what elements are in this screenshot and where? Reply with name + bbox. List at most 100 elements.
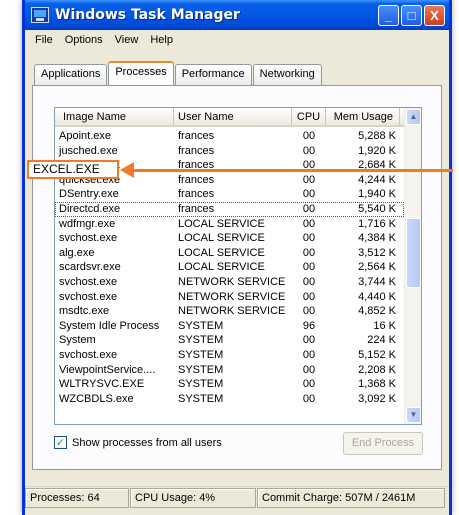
process-user-name: NETWORK SERVICE [178,275,286,288]
menu-view[interactable]: View [109,34,145,46]
status-cpu-usage: CPU Usage: 4% [130,488,256,508]
minimize-button[interactable]: _ [378,4,399,26]
process-mem-usage: 224 K [367,334,396,347]
show-all-users-label: Show processes from all users [72,436,222,449]
annotation-arrow-line [132,169,453,172]
process-row[interactable]: wdfmgr.exe LOCAL SERVICE 00 1,716 K [55,217,404,232]
process-row[interactable]: Apoint.exe frances 00 5,288 K [55,129,404,144]
process-cpu: 00 [302,290,316,303]
process-image-name: msdtc.exe [59,305,110,318]
tab-applications[interactable]: Applications [34,64,108,85]
process-image-name: svchost.exe [59,232,118,245]
process-image-name: alg.exe [59,246,95,259]
scroll-down-icon[interactable]: ▼ [406,407,421,423]
column-mem-usage[interactable]: Mem Usage [326,108,400,125]
process-row[interactable]: ViewpointService.... SYSTEM 00 2,208 K [55,363,404,378]
tab-strip: Applications Processes Performance Netwo… [34,61,323,85]
column-image-name[interactable]: Image Name [55,108,174,125]
process-image-name: svchost.exe [59,290,118,303]
column-cpu[interactable]: CPU [292,108,326,125]
process-mem-usage: 5,540 K [358,202,396,215]
show-all-users-option[interactable]: ✓ Show processes from all users [54,436,222,449]
process-row[interactable]: System SYSTEM 00 224 K [55,333,404,348]
process-user-name: frances [178,144,215,157]
process-mem-usage: 5,152 K [358,348,396,361]
process-row[interactable]: WZCBDLS.exe SYSTEM 00 3,092 K [55,392,404,407]
process-user-name: frances [178,173,215,186]
tab-processes[interactable]: Processes [108,61,174,85]
process-user-name: LOCAL SERVICE [178,261,265,274]
end-process-button[interactable]: End Process [343,432,423,455]
process-user-name: frances [178,130,215,142]
process-user-name: LOCAL SERVICE [178,246,265,259]
process-user-name: NETWORK SERVICE [178,305,286,318]
process-mem-usage: 2,564 K [358,261,396,274]
process-cpu: 00 [302,246,316,259]
process-row[interactable]: System Idle Process SYSTEM 96 16 K [55,319,404,334]
title-bar[interactable]: Windows Task Manager _ □ X [25,0,449,30]
process-cpu: 00 [302,173,316,186]
process-row[interactable]: scardsvr.exe LOCAL SERVICE 00 2,564 K [55,260,404,275]
process-image-name: svchost.exe [59,275,118,288]
process-image-name: scardsvr.exe [59,261,121,274]
process-cpu: 00 [302,188,316,201]
process-mem-usage: 3,512 K [358,246,396,259]
process-cpu: 00 [302,363,316,376]
process-user-name: LOCAL SERVICE [178,232,265,245]
process-row[interactable]: Directcd.exe frances 00 5,540 K [55,201,404,217]
process-user-name: SYSTEM [178,363,224,376]
process-mem-usage: 1,940 K [358,188,396,201]
maximize-button[interactable]: □ [401,4,422,26]
process-image-name: Apoint.exe [59,130,111,142]
column-user-name[interactable]: User Name [174,108,292,125]
process-cpu: 00 [302,144,316,157]
scroll-thumb[interactable] [406,218,421,288]
tab-performance[interactable]: Performance [174,64,252,85]
menu-options[interactable]: Options [59,34,109,46]
menu-bar: File Options View Help [25,30,449,50]
process-image-name: wdfmgr.exe [59,217,116,230]
status-bar: Processes: 64 CPU Usage: 4% Commit Charg… [25,486,449,509]
process-user-name: SYSTEM [178,334,224,347]
process-image-name: Directcd.exe [59,202,121,215]
menu-file[interactable]: File [29,34,59,46]
process-cpu: 00 [302,261,316,274]
vertical-scrollbar[interactable]: ▲ ▼ [404,108,421,424]
process-row[interactable]: svchost.exe SYSTEM 00 5,152 K [55,348,404,363]
process-mem-usage: 3,744 K [358,275,396,288]
column-header-row: Image Name User Name CPU Mem Usage [55,108,421,127]
process-row[interactable]: alg.exe LOCAL SERVICE 00 3,512 K [55,246,404,261]
process-row[interactable]: jusched.exe frances 00 1,920 K [55,144,404,159]
process-mem-usage: 4,244 K [358,173,396,186]
process-mem-usage: 4,384 K [358,232,396,245]
processes-panel: Image Name User Name CPU Mem Usage Apoin… [32,85,442,470]
process-cpu: 96 [302,319,316,332]
process-row[interactable]: msdtc.exe NETWORK SERVICE 00 4,852 K [55,304,404,319]
tab-networking[interactable]: Networking [252,64,322,85]
process-user-name: frances [178,202,215,215]
close-button[interactable]: X [424,4,445,26]
process-mem-usage: 1,368 K [358,378,396,391]
process-image-name: WLTRYSVC.EXE [59,378,145,391]
show-all-users-checkbox[interactable]: ✓ [54,436,67,449]
process-row[interactable]: svchost.exe NETWORK SERVICE 00 4,440 K [55,290,404,305]
menu-help[interactable]: Help [144,34,179,46]
process-list[interactable]: Image Name User Name CPU Mem Usage Apoin… [54,107,422,425]
task-manager-window: Windows Task Manager _ □ X File Options … [22,0,452,515]
process-row[interactable]: DSentry.exe frances 00 1,940 K [55,187,404,202]
status-process-count: Processes: 64 [25,488,129,508]
process-mem-usage: 5,288 K [358,130,396,142]
process-mem-usage: 16 K [373,319,396,332]
task-manager-icon [31,7,49,23]
process-user-name: SYSTEM [178,348,224,361]
process-mem-usage: 4,440 K [358,290,396,303]
excel-highlight-callout: EXCEL.EXE [27,160,119,179]
process-row[interactable]: WLTRYSVC.EXE SYSTEM 00 1,368 K [55,377,404,392]
scroll-up-icon[interactable]: ▲ [406,109,421,125]
process-user-name: LOCAL SERVICE [178,217,265,230]
process-row[interactable]: svchost.exe NETWORK SERVICE 00 3,744 K [55,275,404,290]
process-row[interactable]: svchost.exe LOCAL SERVICE 00 4,384 K [55,231,404,246]
process-mem-usage: 4,852 K [358,305,396,318]
status-commit-charge: Commit Charge: 507M / 2461M [257,488,445,508]
process-image-name: DSentry.exe [59,188,119,201]
